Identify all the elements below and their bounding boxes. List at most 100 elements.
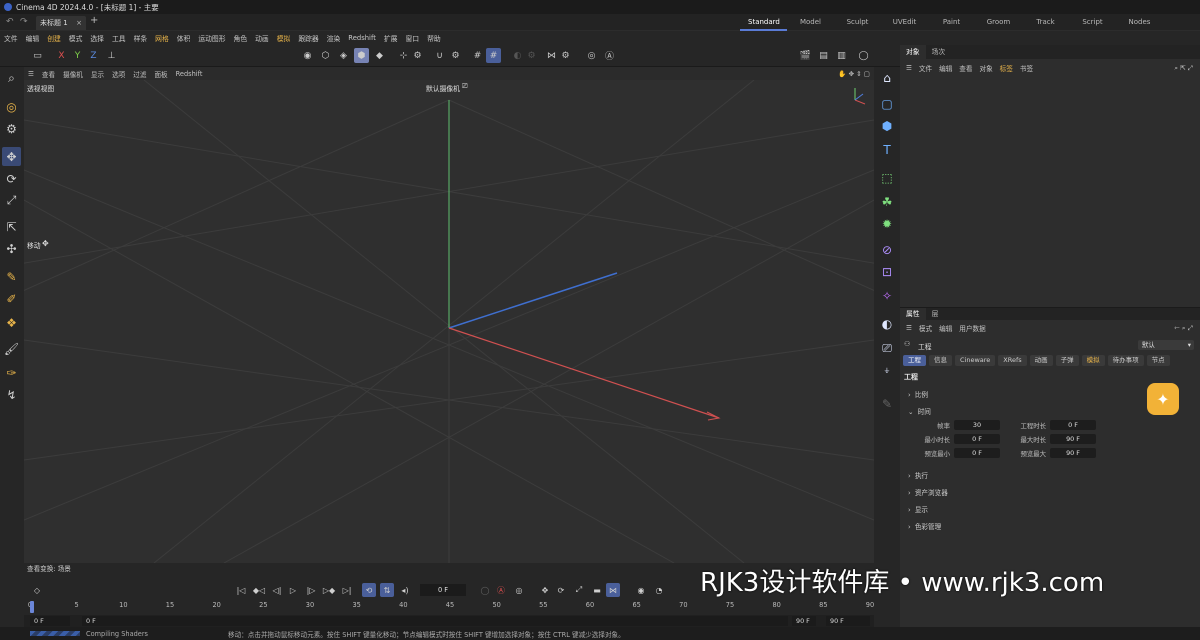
layout-tab-uvedit[interactable]: UVEdit [881,14,928,31]
snap-settings-icon[interactable]: ⚙ [448,48,463,63]
viewport-menu-options[interactable]: 选项 [112,69,125,79]
grid-snap-icon[interactable]: # [470,48,485,63]
spline-pen-icon[interactable]: ✎ [2,267,21,286]
goto-start-icon[interactable]: |◁ [234,583,248,597]
loop-icon[interactable]: ⟲ [362,583,376,597]
tab-objects[interactable]: 对象 [900,45,926,59]
menu-help[interactable]: 帮助 [427,33,441,43]
deformer-icon[interactable]: ⊘ [878,241,896,259]
close-tab-icon[interactable]: × [76,19,82,27]
preview-min-field[interactable]: 0 F [954,448,1000,458]
playback-rate-icon[interactable]: ⇅ [380,583,394,597]
playhead-marker[interactable] [30,601,34,613]
transform-tool-icon[interactable]: ⇱ [2,217,21,236]
subtab-info[interactable]: 信息 [929,355,952,366]
render-to-picture-viewer-icon[interactable]: ▤ [816,48,831,63]
viewport-menu-cameras[interactable]: 摄像机 [63,69,83,79]
menu-render[interactable]: 渲染 [327,33,341,43]
objects-menu-edit[interactable]: 编辑 [939,63,952,73]
uv-mode-icon[interactable]: ◆ [372,48,387,63]
prev-frame-icon[interactable]: ◁| [270,583,284,597]
subtab-todo[interactable]: 待办事项 [1107,355,1144,366]
start-frame-field[interactable]: 0 F [30,616,70,626]
symmetry-icon[interactable]: ◐ [510,48,525,63]
timeline-ruler[interactable]: 051015202530354045505560657075808590 [28,601,874,615]
generator-icon[interactable]: ✹ [878,215,896,233]
end-frame-field[interactable]: 90 F [826,616,870,626]
bend-deformer-icon[interactable]: ✧ [878,287,896,305]
redshift-ipr-icon[interactable]: ◯ [856,48,871,63]
project-length-field[interactable]: 0 F [1050,420,1096,430]
objects-menu-view[interactable]: 查看 [959,63,972,73]
subtab-project[interactable]: 工程 [903,355,926,366]
menu-tools[interactable]: 工具 [112,33,126,43]
menu-window[interactable]: 窗口 [405,33,419,43]
key-rotation-icon[interactable]: ⟳ [554,583,568,597]
subtab-animation[interactable]: 动画 [1029,355,1053,366]
menu-mode[interactable]: 模式 [69,33,83,43]
preview-max-field[interactable]: 90 F [1050,448,1096,458]
layout-tab-groom[interactable]: Groom [975,14,1022,31]
sound-icon[interactable]: ◂) [398,583,412,597]
objects-hamburger-icon[interactable]: ☰ [906,64,912,72]
axis-settings-icon[interactable]: ⚙ [410,48,425,63]
section-time-toggle[interactable]: ⌄ 时间 [908,406,931,416]
goto-end-icon[interactable]: ▷| [340,583,354,597]
viewport-navigation-icons[interactable]: ✋ ✥ ⇕ ▢ [838,70,870,78]
attributes-hamburger-icon[interactable]: ☰ [906,324,912,332]
new-tab-button[interactable]: + [90,15,98,26]
next-frame-icon[interactable]: |▷ [304,583,318,597]
min-time-field[interactable]: 0 F [954,434,1000,444]
section-color-management-toggle[interactable]: › 色彩管理 [908,521,941,531]
symmetry-settings-icon[interactable]: ⚙ [524,48,539,63]
viewport-menu-display[interactable]: 显示 [91,69,104,79]
key-pla-icon[interactable]: ⋈ [606,583,620,597]
current-frame-field[interactable]: 0 F [420,584,466,596]
mograph-cloner-icon[interactable]: ⬚ [878,169,896,187]
keyframe-icon[interactable]: ◇ [30,583,44,597]
workplane-icon[interactable]: ▭ [30,48,45,63]
edges-mode-icon[interactable]: ◈ [336,48,351,63]
section-display-toggle[interactable]: › 显示 [908,504,928,514]
model-mode-icon[interactable]: ◉ [300,48,315,63]
section-execution-toggle[interactable]: › 执行 [908,470,928,480]
section-asset-browser-toggle[interactable]: › 资产浏览器 [908,487,948,497]
camera-icon[interactable]: ⎚ [462,82,468,91]
attributes-menu-userdata[interactable]: 用户数据 [959,323,985,333]
perspective-viewport[interactable]: 透视视图 默认摄像机 ⎚ 移动 ✥ [24,80,874,563]
menu-tracker[interactable]: 跟踪器 [298,33,318,43]
coord-system-icon[interactable]: ⊥ [104,48,119,63]
layout-tab-model[interactable]: Model [787,14,834,31]
viewport-menu-view[interactable]: 查看 [42,69,55,79]
attributes-menu-mode[interactable]: 模式 [919,323,932,333]
tab-takes[interactable]: 场次 [926,45,952,59]
menu-create[interactable]: 创建 [47,33,61,43]
menu-spline[interactable]: 样条 [134,33,148,43]
key-position-icon[interactable]: ✥ [538,583,552,597]
objects-search-icon[interactable]: ⌕ ⇱ ⤢ [1174,64,1193,73]
menu-file[interactable]: 文件 [4,33,18,43]
preview-end-field[interactable]: 90 F [792,616,816,626]
menu-mograph[interactable]: 运动图形 [198,33,225,43]
menu-mesh[interactable]: 网格 [155,33,169,43]
layout-tab-standard[interactable]: Standard [740,14,787,31]
knife-tool-icon[interactable]: ✑ [2,363,21,382]
menu-edit[interactable]: 编辑 [26,33,40,43]
placement-tool-icon[interactable]: ✣ [2,239,21,258]
autokey-icon[interactable]: Ⓐ [494,583,508,597]
bird-badge-icon[interactable]: ✦ [1147,383,1179,415]
preview-start-field[interactable]: 0 F [82,616,788,626]
points-mode-icon[interactable]: ⬡ [318,48,333,63]
viewport-menu-filter[interactable]: 过滤 [133,69,146,79]
render-view-icon[interactable]: 🎬 [798,48,813,63]
layout-tab-nodes[interactable]: Nodes [1116,14,1163,31]
enable-axis-icon[interactable]: ⋈ [544,48,559,63]
camera-object-icon[interactable]: ⎚ [878,339,896,357]
camera-label[interactable]: 默认摄像机 [426,83,460,93]
max-time-field[interactable]: 90 F [1050,434,1096,444]
menu-simulate[interactable]: 模拟 [277,33,291,43]
axis-mode-icon[interactable]: ⊹ [396,48,411,63]
viewport-menu-redshift[interactable]: Redshift [176,70,203,78]
layout-tab-paint[interactable]: Paint [928,14,975,31]
search-icon[interactable]: ⌕ [2,69,21,88]
